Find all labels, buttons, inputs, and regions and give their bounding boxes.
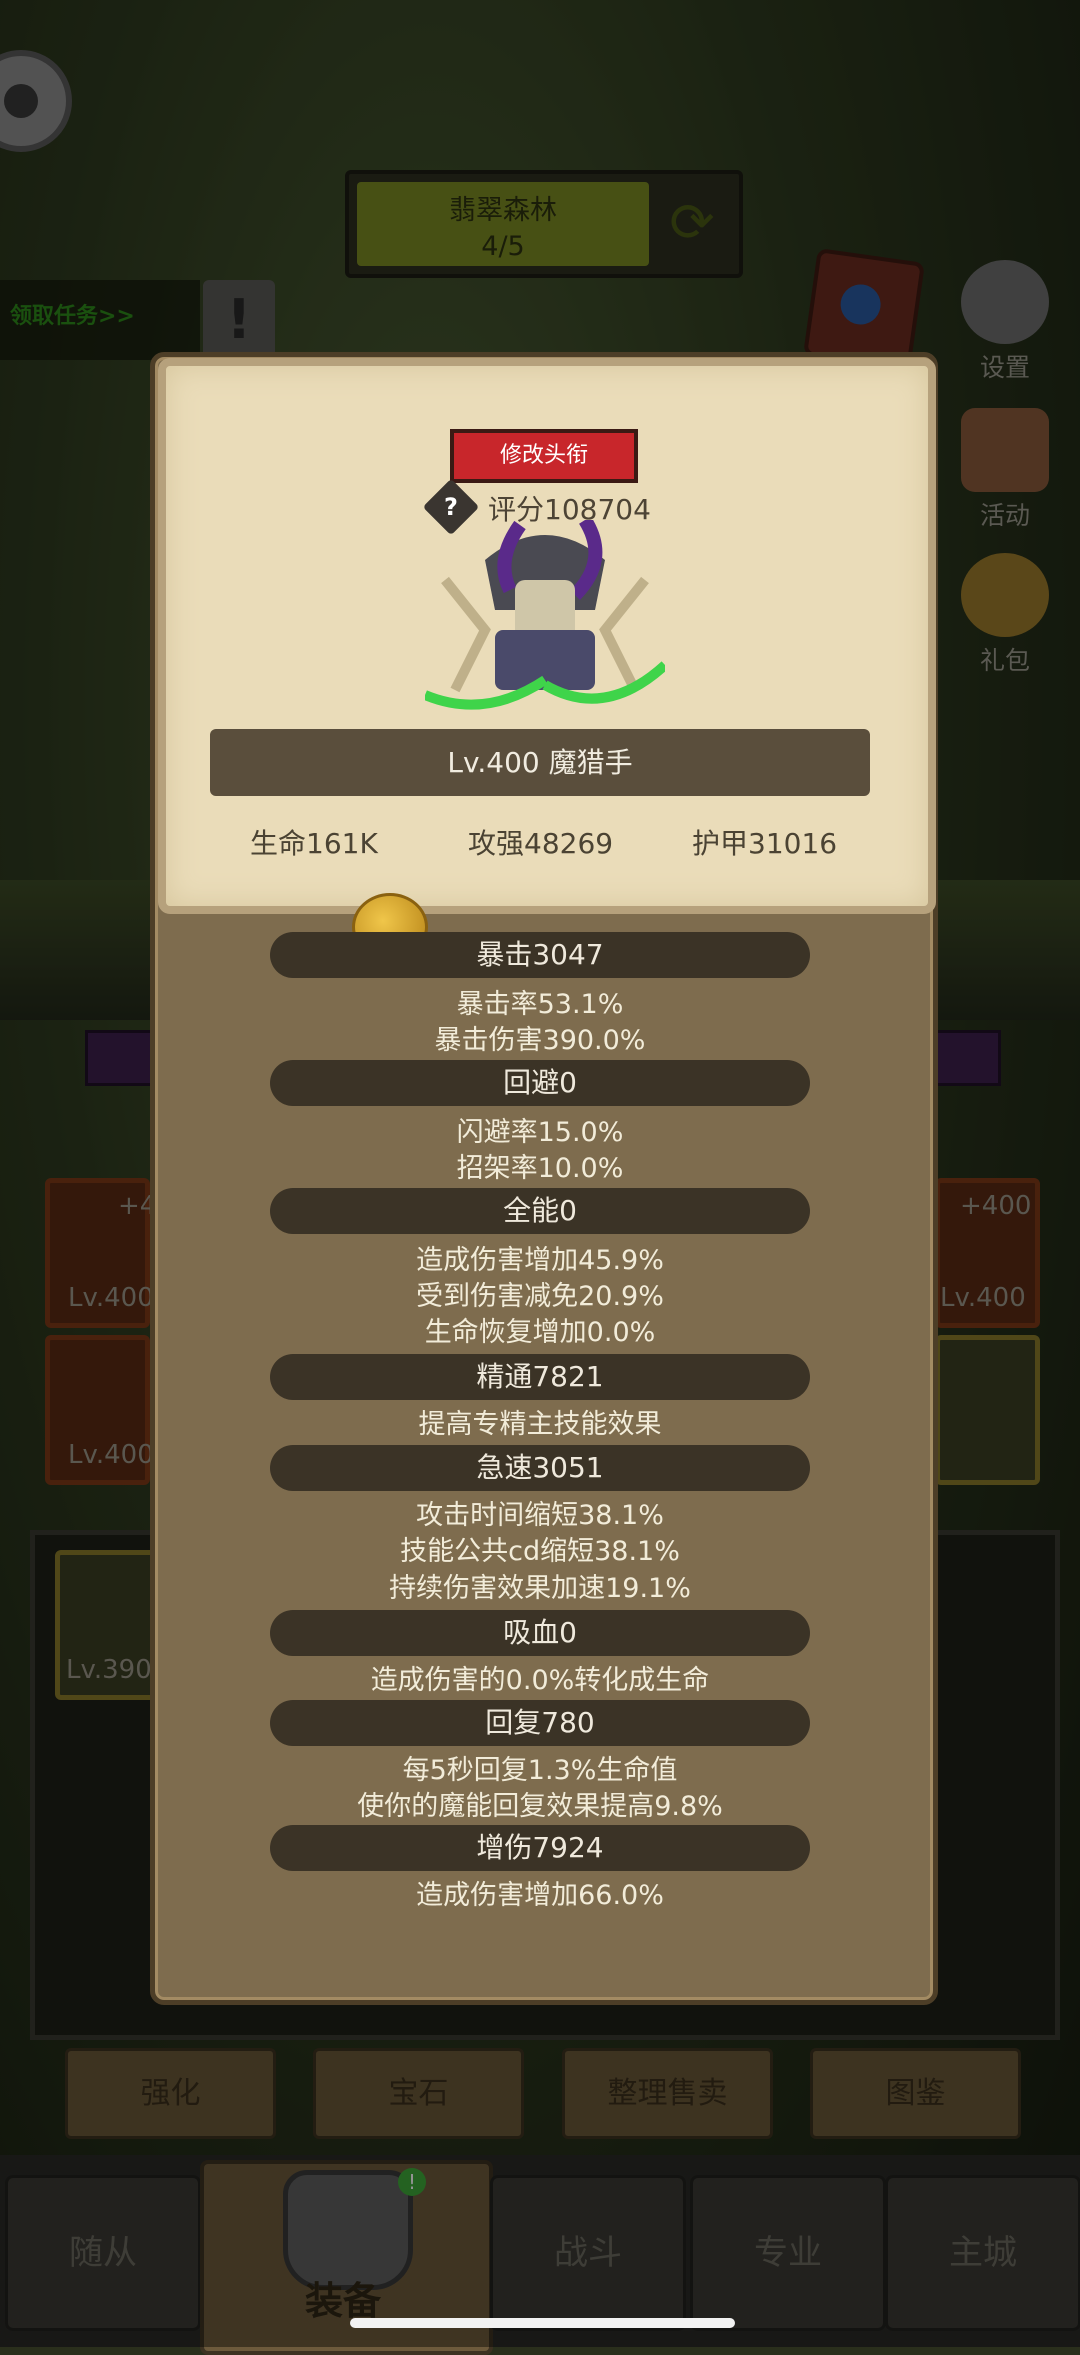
stat-line: 造成伤害增加45.9%	[416, 1245, 664, 1276]
stat-header-mastery: 精通7821	[270, 1354, 810, 1400]
stat-line: 提高专精主技能效果	[418, 1409, 662, 1440]
change-title-button[interactable]: 修改头衔	[450, 429, 638, 483]
stat-line: 持续伤害效果加速19.1%	[389, 1573, 691, 1604]
stat-line: 使你的魔能回复效果提高9.8%	[357, 1791, 723, 1822]
stat-line: 受到伤害减免20.9%	[416, 1281, 664, 1312]
stat-line: 每5秒回复1.3%生命值	[402, 1755, 678, 1786]
stat-line: 生命恢复增加0.0%	[424, 1317, 656, 1348]
stat-line: 造成伤害增加66.0%	[416, 1880, 664, 1911]
stat-header-crit: 暴击3047	[270, 932, 810, 978]
stat-header-leech: 吸血0	[270, 1610, 810, 1656]
home-indicator[interactable]	[350, 2318, 735, 2328]
stat-line: 暴击率53.1%	[456, 989, 624, 1020]
stat-header-avoidance: 回避0	[270, 1060, 810, 1106]
stat-line: 闪避率15.0%	[456, 1117, 624, 1148]
stat-line: 暴击伤害390.0%	[434, 1025, 646, 1056]
stat-line: 攻击时间缩短38.1%	[416, 1500, 664, 1531]
character-name: Lv.400 魔猎手	[210, 729, 870, 796]
stat-header-haste: 急速3051	[270, 1445, 810, 1491]
stat-header-regen: 回复780	[270, 1700, 810, 1746]
stat-line: 招架率10.0%	[456, 1153, 624, 1184]
hero-sprite	[425, 520, 665, 710]
stat-armor: 护甲31016	[692, 827, 838, 860]
stat-line: 技能公共cd缩短38.1%	[400, 1536, 680, 1567]
stat-header-versatility: 全能0	[270, 1188, 810, 1234]
stat-health: 生命161K	[250, 827, 378, 860]
stat-line: 造成伤害的0.0%转化成生命	[370, 1665, 710, 1696]
stat-header-damage-bonus: 增伤7924	[270, 1825, 810, 1871]
stat-attack-power: 攻强48269	[468, 827, 614, 860]
